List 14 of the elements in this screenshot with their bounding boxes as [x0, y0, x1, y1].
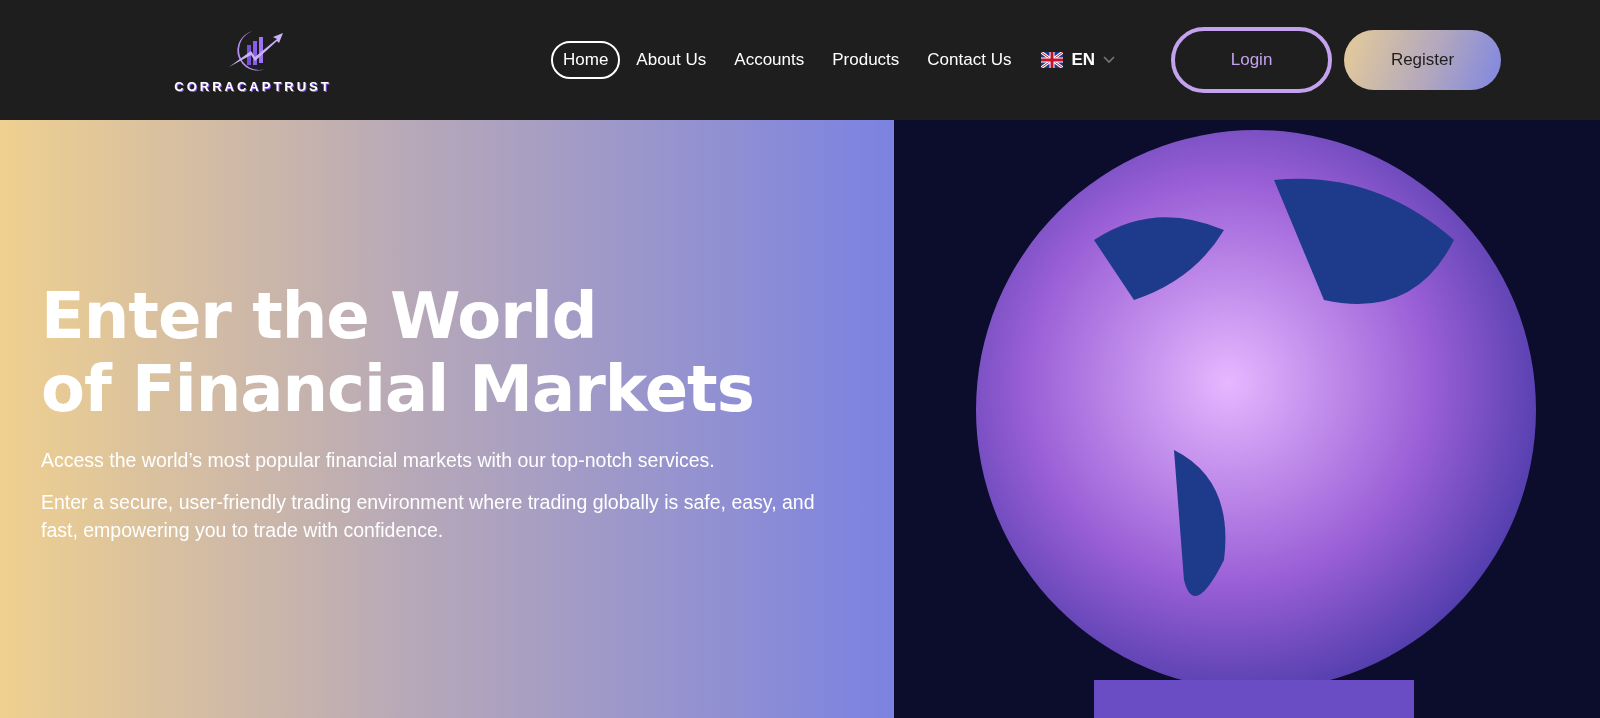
hero-title: Enter the World of Financial Markets [41, 280, 755, 426]
language-label[interactable]: EN [1071, 50, 1096, 70]
login-button[interactable]: Login [1171, 27, 1333, 93]
chevron-down-icon[interactable] [1103, 56, 1116, 64]
nav-link[interactable]: Accounts [722, 41, 817, 79]
logo-text: CORRACAPTRUST [174, 78, 332, 94]
nav-link[interactable]: Contact Us [915, 41, 1024, 79]
hero-paragraph: Access the world’s most popular financial markets with our top-notch services. [41, 448, 716, 473]
uk-flag-icon[interactable] [1041, 52, 1064, 68]
nav-link[interactable]: About Us [624, 41, 719, 79]
nav-link[interactable]: Home [551, 41, 621, 79]
register-button[interactable]: Register [1344, 30, 1502, 90]
nav-link[interactable]: Products [820, 41, 912, 79]
hero-paragraph: Enter a secure, user-friendly trading environment where trading globally is safe, easy, and fast, empowering you to trade with confidence. [41, 490, 816, 543]
